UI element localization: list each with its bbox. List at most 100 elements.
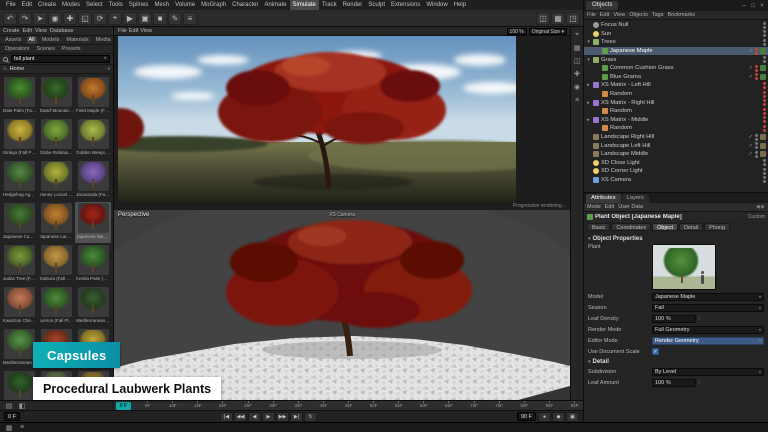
editor-visibility-dot[interactable] xyxy=(763,176,766,179)
object-row-random[interactable]: Random xyxy=(584,124,768,133)
visibility-dots[interactable] xyxy=(755,73,758,80)
attributes-mode-user-data[interactable]: User Data xyxy=(618,204,643,210)
menu-item-simulate[interactable]: Simulate xyxy=(290,0,319,10)
goto-end-button[interactable]: ▶| xyxy=(290,412,303,422)
editor-visibility-dot[interactable] xyxy=(755,73,758,76)
editor-visibility-dot[interactable] xyxy=(763,116,766,119)
autokey-button[interactable]: ▣ xyxy=(566,412,579,422)
render-visibility-dot[interactable] xyxy=(755,52,758,55)
move-icon[interactable]: ✚ xyxy=(63,12,77,25)
asset-item-hedgehog-agave-fall-plant[interactable]: Hedgehog Agave (Fall Plant) xyxy=(2,160,38,201)
attributes-mode-edit[interactable]: Edit xyxy=(605,204,614,210)
spinner-icon[interactable]: ↕ xyxy=(698,316,701,322)
visibility-dots[interactable] xyxy=(763,125,766,132)
asset-item-globe-robinia-fall-plant[interactable]: Globe Robinia (Fall Plant) xyxy=(39,118,75,159)
object-row-xs-camera[interactable]: XS Camera xyxy=(584,176,768,185)
attributes-tab-layers[interactable]: Layers xyxy=(622,194,649,203)
current-frame-field[interactable]: 0 F xyxy=(4,412,20,421)
assetbrowser-menu-edit[interactable]: Edit xyxy=(23,28,32,34)
render-visibility-dot[interactable] xyxy=(763,180,766,183)
editor-visibility-dot[interactable] xyxy=(763,22,766,25)
object-tab-basic[interactable]: Basic xyxy=(587,223,610,231)
play-backwards-button[interactable]: ◀ xyxy=(248,412,261,422)
objects-menu-file[interactable]: File xyxy=(587,12,596,18)
plant-preview-image[interactable] xyxy=(652,244,716,290)
expand-icon[interactable]: ▸ xyxy=(586,117,591,123)
field-leaf-density[interactable]: 100 % xyxy=(652,315,696,323)
render-view-icon[interactable]: ▶ xyxy=(123,12,137,25)
scale-icon[interactable]: ◱ xyxy=(78,12,92,25)
enabled-check-icon[interactable]: ✓ xyxy=(749,48,753,54)
timeline-playhead[interactable]: 0 F xyxy=(116,402,131,410)
objects-menu-tags[interactable]: Tags xyxy=(652,12,664,18)
marker-icon[interactable]: ▤ xyxy=(4,401,14,411)
render-visibility-dot[interactable] xyxy=(763,34,766,37)
expand-icon[interactable]: ▾ xyxy=(586,39,591,45)
spinner-icon[interactable]: ↕ xyxy=(698,380,701,386)
object-row-xd-close-light[interactable]: XD Close Light xyxy=(584,159,768,168)
keyframe-button[interactable]: ◆ xyxy=(552,412,565,422)
visibility-dots[interactable] xyxy=(763,22,766,29)
dropdown-model[interactable]: Japanese Maple▾ xyxy=(652,293,764,301)
editor-visibility-dot[interactable] xyxy=(755,65,758,68)
assetbrowser-tab-all[interactable]: All xyxy=(27,36,37,44)
generators-icon[interactable]: ≡ xyxy=(183,12,197,25)
menu-item-track[interactable]: Track xyxy=(319,0,340,10)
zoom-mode-dropdown[interactable]: Original Size ▾ xyxy=(529,28,567,35)
menu-item-mesh[interactable]: Mesh xyxy=(151,0,172,10)
visibility-dots[interactable] xyxy=(755,142,758,149)
object-tab-phong[interactable]: Phong xyxy=(704,223,730,231)
breadcrumb[interactable]: Home xyxy=(10,66,105,72)
assetbrowser-menu-create[interactable]: Create xyxy=(3,28,20,34)
dropdown-editor-mode[interactable]: Render Geometry▾ xyxy=(652,337,764,345)
menu-item-volume[interactable]: Volume xyxy=(172,0,198,10)
select-arrow-icon[interactable]: ➤ xyxy=(33,12,47,25)
section-object-properties[interactable]: ▾Object Properties xyxy=(588,234,764,243)
editor-visibility-dot[interactable] xyxy=(763,159,766,162)
checkbox-use-document-scale[interactable]: ✓ xyxy=(652,348,659,355)
menu-item-character[interactable]: Character xyxy=(229,0,261,10)
primitive-cube-icon[interactable]: ■ xyxy=(153,12,167,25)
object-row-japanese-maple[interactable]: Japanese Maple✓ xyxy=(584,47,768,56)
object-row-xs-matrix-middle[interactable]: ▸XS Matrix - Middle xyxy=(584,116,768,125)
editor-visibility-dot[interactable] xyxy=(755,142,758,145)
attributes-tab-attributes[interactable]: Attributes xyxy=(586,194,621,203)
asset-item-honey-locust-sunburst-fall-plant[interactable]: Honey Locust 'Sunburst' (Fall Plant) xyxy=(39,160,75,201)
expand-icon[interactable]: ▸ xyxy=(586,100,591,106)
asset-item-date-palm-fall-plant[interactable]: Date Palm (Fall Plant) xyxy=(2,76,38,117)
objects-menu-bookmarks[interactable]: Bookmarks xyxy=(667,12,695,18)
asset-item-kwanzan-cherry-fall-plant[interactable]: Kwanzan Cherry (Fall Plant) xyxy=(2,286,38,327)
editor-visibility-dot[interactable] xyxy=(763,108,766,111)
layout-render-icon[interactable]: ◳ xyxy=(566,12,580,25)
menu-item-help[interactable]: Help xyxy=(451,0,469,10)
object-row-grass[interactable]: ▾Grass xyxy=(584,55,768,64)
editor-visibility-dot[interactable] xyxy=(755,48,758,51)
renderview-menu-edit[interactable]: Edit xyxy=(128,28,139,34)
object-row-landscape-right-hill[interactable]: Landscape Right Hill✓ xyxy=(584,133,768,142)
history-arrows[interactable]: ◀ ▶ xyxy=(756,204,765,210)
home-icon[interactable]: ⌂ xyxy=(3,66,7,72)
asset-item-kentia-palm-fall-plant[interactable]: Kentia Palm (Fall Plant) xyxy=(75,244,111,285)
asset-item-field-maple-fall-plant[interactable]: Field Maple (Fall Plant) xyxy=(75,76,111,117)
enabled-check-icon[interactable]: ✓ xyxy=(749,134,753,140)
enabled-check-icon[interactable]: ✓ xyxy=(749,65,753,71)
expand-icon[interactable]: ▸ xyxy=(586,82,591,88)
layout-animate-icon[interactable]: ▦ xyxy=(551,12,565,25)
editor-visibility-dot[interactable] xyxy=(763,30,766,33)
assetbrowser-tab-materials[interactable]: Materials xyxy=(64,36,90,44)
minimize-button[interactable]: – xyxy=(740,2,748,10)
material-tag-icon[interactable] xyxy=(760,74,766,80)
asset-item-jacaranda-fall-plant[interactable]: Jacaranda (Fall Plant) xyxy=(75,160,111,201)
render-visibility-dot[interactable] xyxy=(763,120,766,123)
perspective-viewport[interactable]: Perspective XS Camera xyxy=(114,210,570,400)
layout-standard-icon[interactable]: ◫ xyxy=(536,12,550,25)
object-row-trees[interactable]: ▾Trees xyxy=(584,38,768,47)
material-tag-icon[interactable] xyxy=(760,48,766,54)
options-icon[interactable]: ≡ xyxy=(572,95,582,105)
redo-icon[interactable]: ↷ xyxy=(18,12,32,25)
field-leaf-amount[interactable]: 100 % xyxy=(652,379,696,387)
asset-item-lemon-fall-plant[interactable]: Lemon (Fall Plant) xyxy=(39,286,75,327)
menu-item-splines[interactable]: Splines xyxy=(126,0,152,10)
snap-icon[interactable]: ⌖ xyxy=(572,30,582,40)
material-tag-icon[interactable] xyxy=(760,143,766,149)
